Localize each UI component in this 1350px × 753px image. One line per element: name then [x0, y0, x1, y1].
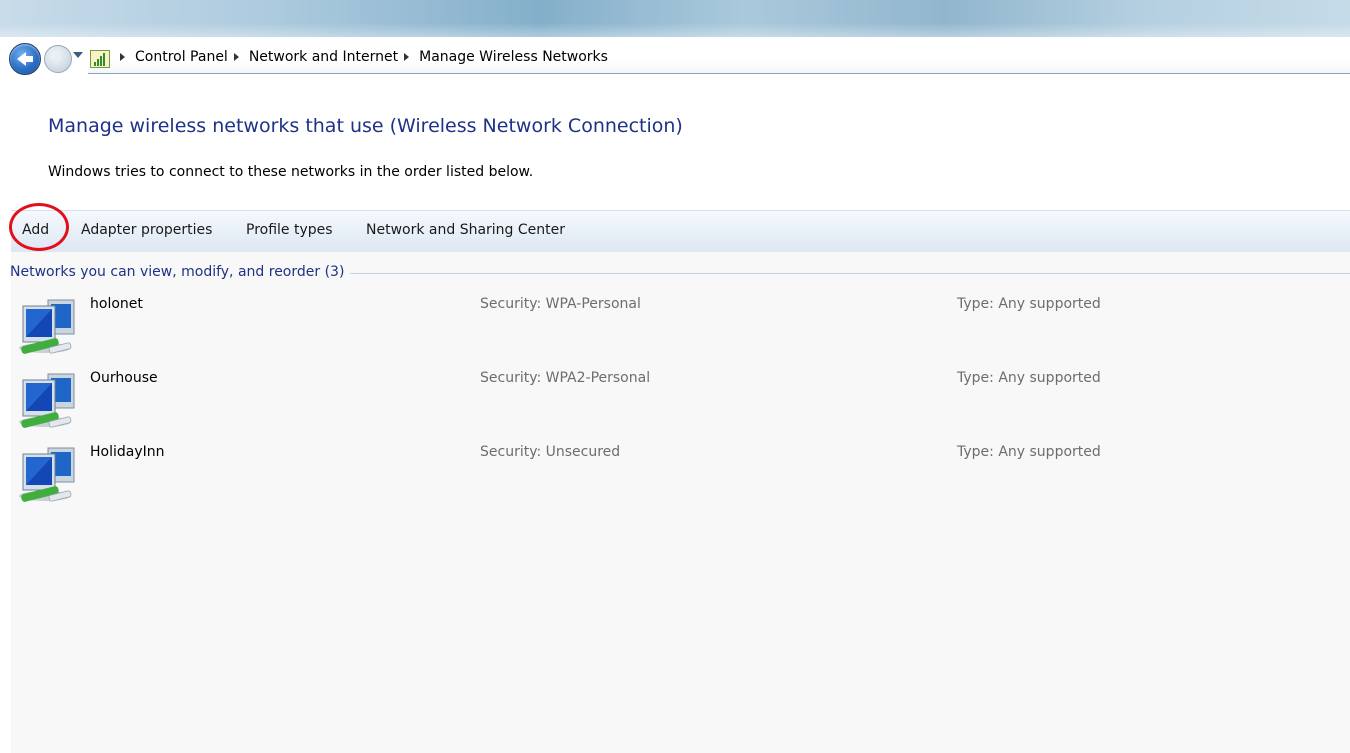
network-row-holonet[interactable]: holonet Security: WPA-Personal Type: Any… — [15, 296, 1350, 368]
page-description: Windows tries to connect to these networ… — [48, 164, 534, 180]
network-name: HolidayInn — [90, 444, 165, 460]
breadcrumb-separator-icon[interactable] — [120, 53, 125, 61]
network-security: Security: WPA2-Personal — [480, 370, 651, 386]
network-row-holidayinn[interactable]: HolidayInn Security: Unsecured Type: Any… — [15, 444, 1350, 516]
manage-wireless-networks-window: Control Panel Network and Internet Manag… — [0, 0, 1350, 753]
network-type: Type: Any supported — [957, 296, 1101, 312]
network-type: Type: Any supported — [957, 370, 1101, 386]
add-button[interactable]: Add — [22, 222, 49, 238]
network-name: Ourhouse — [90, 370, 158, 386]
network-security: Security: Unsecured — [480, 444, 621, 460]
network-security: Security: WPA-Personal — [480, 296, 641, 312]
breadcrumb-manage-wireless-networks[interactable]: Manage Wireless Networks — [419, 49, 608, 65]
network-name: holonet — [90, 296, 143, 312]
window-title-bar — [0, 0, 1350, 37]
wireless-network-computers-icon — [19, 299, 75, 354]
page-title: Manage wireless networks that use (Wirel… — [48, 115, 683, 137]
breadcrumb-control-panel[interactable]: Control Panel — [135, 49, 228, 65]
address-bar[interactable]: Control Panel Network and Internet Manag… — [88, 43, 1350, 74]
network-group-header: Networks you can view, modify, and reord… — [10, 264, 351, 280]
navigation-bar: Control Panel Network and Internet Manag… — [0, 40, 1350, 78]
network-type: Type: Any supported — [957, 444, 1101, 460]
command-bar: Add Adapter properties Profile types Net… — [11, 210, 1350, 253]
breadcrumb: Control Panel Network and Internet Manag… — [114, 49, 608, 65]
network-row-ourhouse[interactable]: Ourhouse Security: WPA2-Personal Type: A… — [15, 370, 1350, 442]
breadcrumb-separator-icon[interactable] — [404, 53, 410, 61]
wireless-network-computers-icon — [19, 373, 75, 428]
recent-pages-dropdown-icon[interactable] — [73, 52, 83, 58]
back-arrow-icon[interactable] — [9, 43, 41, 75]
adapter-properties-button[interactable]: Adapter properties — [81, 222, 212, 238]
forward-arrow-icon[interactable] — [44, 45, 72, 73]
network-control-panel-icon — [90, 50, 110, 68]
profile-types-button[interactable]: Profile types — [246, 222, 333, 238]
breadcrumb-separator-icon[interactable] — [233, 53, 239, 61]
breadcrumb-network-and-internet[interactable]: Network and Internet — [249, 49, 398, 65]
title-area: Control Panel Network and Internet Manag… — [0, 0, 1350, 86]
wireless-network-computers-icon — [19, 447, 75, 502]
network-and-sharing-center-button[interactable]: Network and Sharing Center — [366, 222, 565, 238]
